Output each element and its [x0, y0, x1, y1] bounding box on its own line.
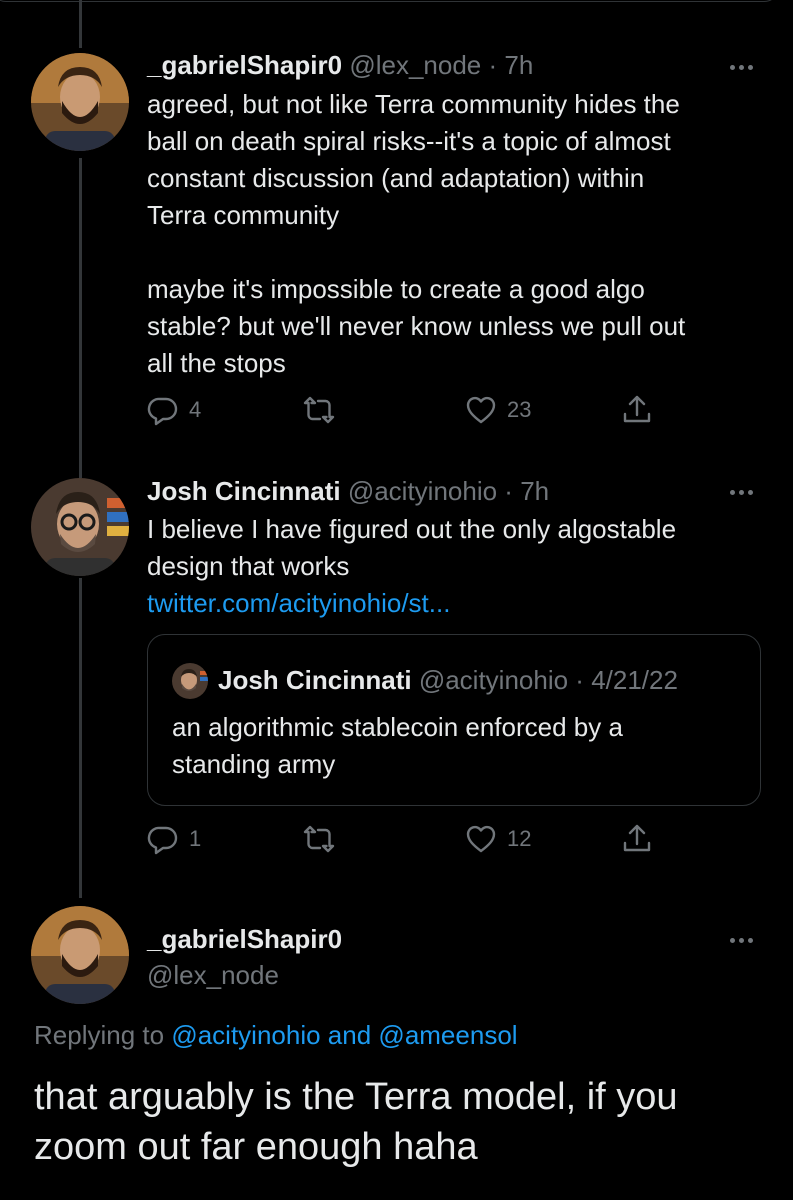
- tweet-text: agreed, but not like Terra community hid…: [147, 86, 685, 382]
- retweet-icon: [303, 825, 335, 853]
- like-count: 12: [507, 826, 532, 851]
- timestamp[interactable]: 7h: [504, 50, 533, 80]
- text-line: [147, 234, 685, 271]
- display-name[interactable]: _gabrielShapir0: [147, 924, 342, 954]
- reply-icon: [147, 826, 178, 855]
- separator: ·: [504, 476, 513, 506]
- tweet-header: _gabrielShapir0 @lex_node · 7h: [147, 50, 533, 81]
- more-icon[interactable]: [721, 930, 761, 950]
- share-button[interactable]: [621, 394, 653, 426]
- avatar-photo: [31, 478, 129, 576]
- retweet-button[interactable]: [303, 823, 335, 855]
- thread-line: [79, 158, 82, 478]
- text-line: ball on death spiral risks--it's a topic…: [147, 126, 671, 156]
- avatar[interactable]: [31, 478, 129, 576]
- replying-to: Replying to @acityinohio and @ameensol: [34, 1020, 518, 1051]
- like-button[interactable]: 12: [465, 823, 531, 855]
- text-line: design that works: [147, 551, 350, 581]
- reply-button[interactable]: 1: [147, 823, 201, 855]
- text-line: that arguably is the Terra model, if you: [34, 1076, 678, 1118]
- reply-count: 4: [189, 397, 202, 422]
- text-line: standing army: [172, 749, 336, 779]
- avatar-photo: [31, 906, 129, 1004]
- separator: ·: [575, 665, 584, 695]
- tweet-text: I believe I have figured out the only al…: [147, 511, 676, 622]
- text-line: stable? but we'll never know unless we p…: [147, 311, 686, 341]
- quote-display-name: Josh Cincinnati: [218, 665, 412, 695]
- text-line: an algorithmic stablecoin enforced by a: [172, 712, 623, 742]
- more-icon[interactable]: [721, 57, 761, 77]
- text-line: all the stops: [147, 348, 286, 378]
- main-display-name[interactable]: _gabrielShapir0: [147, 924, 342, 955]
- share-icon: [623, 395, 651, 423]
- mention-and[interactable]: and: [328, 1020, 371, 1050]
- reply-icon: [147, 397, 178, 426]
- handle[interactable]: @lex_node: [349, 50, 481, 80]
- retweet-icon: [303, 396, 335, 424]
- text-line: maybe it's impossible to create a good a…: [147, 274, 645, 304]
- separator: ·: [488, 50, 498, 80]
- heart-icon: [466, 825, 496, 853]
- quote-text: an algorithmic stablecoin enforced by a …: [172, 709, 623, 783]
- avatar[interactable]: [31, 53, 129, 151]
- share-button[interactable]: [621, 823, 653, 855]
- avatar-photo: [31, 53, 129, 151]
- tweet-link[interactable]: twitter.com/acityinohio/st...: [147, 585, 676, 622]
- thread-line: [79, 578, 82, 898]
- mention-link[interactable]: @acityinohio: [171, 1020, 320, 1050]
- main-tweet-text: that arguably is the Terra model, if you…: [34, 1072, 678, 1172]
- text-line: agreed, but not like Terra community hid…: [147, 89, 680, 119]
- share-icon: [623, 824, 651, 852]
- more-icon[interactable]: [721, 482, 761, 502]
- text-line: I believe I have figured out the only al…: [147, 514, 677, 544]
- previous-tweet-card: [0, 0, 780, 2]
- like-count: 23: [507, 397, 532, 422]
- timestamp[interactable]: 7h: [520, 476, 549, 506]
- handle[interactable]: @lex_node: [147, 960, 279, 990]
- avatar[interactable]: [31, 906, 129, 1004]
- thread-line: [79, 0, 82, 48]
- quote-avatar: [172, 663, 208, 699]
- quote-header: Josh Cincinnati @acityinohio · 4/21/22: [218, 665, 678, 696]
- quote-handle: @acityinohio: [418, 665, 569, 695]
- reply-count: 1: [189, 826, 202, 851]
- heart-icon: [466, 396, 496, 424]
- avatar-photo: [172, 663, 208, 699]
- reply-button[interactable]: 4: [147, 394, 201, 426]
- text-line: zoom out far enough haha: [34, 1126, 478, 1168]
- tweet-header: Josh Cincinnati @acityinohio · 7h: [147, 476, 549, 507]
- display-name[interactable]: _gabrielShapir0: [147, 50, 342, 80]
- mention-link[interactable]: @ameensol: [378, 1020, 517, 1050]
- quote-date: 4/21/22: [591, 665, 678, 695]
- text-line: constant discussion (and adaptation) wit…: [147, 163, 645, 193]
- handle[interactable]: @acityinohio: [348, 476, 497, 506]
- replying-prefix: Replying to: [34, 1020, 165, 1050]
- retweet-button[interactable]: [303, 394, 335, 426]
- display-name[interactable]: Josh Cincinnati: [147, 476, 341, 506]
- main-handle[interactable]: @lex_node: [147, 960, 279, 991]
- quoted-tweet[interactable]: Josh Cincinnati @acityinohio · 4/21/22 a…: [147, 634, 761, 806]
- text-line: Terra community: [147, 200, 340, 230]
- like-button[interactable]: 23: [465, 394, 531, 426]
